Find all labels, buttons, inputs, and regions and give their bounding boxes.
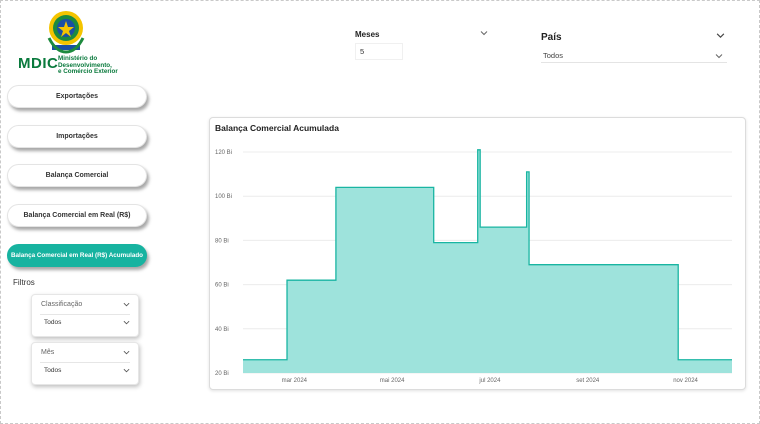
x-tick-label: nov 2024 [673, 378, 698, 384]
x-tick-label: mar 2024 [282, 378, 308, 384]
y-tick-label: 20 Bi [215, 371, 229, 377]
x-tick-label: set 2024 [576, 378, 600, 384]
pais-value: Todos [543, 51, 564, 60]
nav-exportacoes-button[interactable]: Exportações [7, 85, 147, 108]
chart-card[interactable]: Balança Comercial Acumulada 20 Bi 40 Bi 60… [209, 117, 746, 390]
y-tick-label: 60 Bi [215, 283, 229, 289]
chevron-down-icon[interactable] [123, 319, 130, 326]
brand-name: MDIC [18, 55, 59, 72]
classificacao-filter[interactable]: Classificação Todos [31, 294, 139, 337]
chevron-down-icon[interactable] [123, 349, 130, 356]
y-tick-label: 40 Bi [215, 327, 229, 333]
classificacao-value[interactable]: Todos [44, 319, 61, 326]
filters-label: Filtros [13, 278, 35, 287]
divider [40, 314, 130, 315]
divider [40, 362, 130, 363]
chevron-down-icon[interactable] [715, 52, 723, 60]
area-chart[interactable]: 20 Bi 40 Bi 60 Bi 80 Bi 100 Bi 120 Bi mar 2024… [210, 118, 747, 391]
pais-label: País [541, 32, 562, 43]
chevron-down-icon[interactable] [123, 301, 130, 308]
pais-select[interactable]: Todos [541, 48, 727, 63]
nav-importacoes-button[interactable]: Importações [7, 125, 147, 148]
chevron-down-icon[interactable] [716, 31, 725, 40]
nav-balanca-real-button[interactable]: Balança Comercial em Real (R$) [7, 204, 147, 227]
x-tick-label: jul 2024 [478, 378, 501, 384]
y-tick-label: 80 Bi [215, 238, 229, 244]
nav-balanca-real-acumulado-button[interactable]: Balança Comercial em Real (R$) Acumulado [7, 244, 147, 267]
chevron-down-icon[interactable] [480, 29, 488, 37]
y-tick-label: 100 Bi [215, 194, 232, 200]
mes-value[interactable]: Todos [44, 367, 61, 374]
mdic-logo: MDIC Ministério do Desenvolvimento, e Co… [18, 8, 128, 76]
x-tick-label: mai 2024 [380, 378, 405, 384]
mes-filter[interactable]: Mês Todos [31, 342, 139, 385]
coat-of-arms-icon [47, 11, 85, 54]
area-fill [243, 149, 732, 373]
mes-title: Mês [41, 349, 55, 356]
y-tick-label: 120 Bi [215, 150, 232, 156]
brand-subtitle: Ministério do Desenvolvimento, e Comérci… [58, 55, 118, 76]
classificacao-title: Classificação [41, 301, 83, 308]
meses-label: Meses [355, 30, 380, 39]
meses-input[interactable]: 5 [355, 43, 403, 60]
chevron-down-icon[interactable] [123, 367, 130, 374]
nav-balanca-comercial-button[interactable]: Balança Comercial [7, 164, 147, 187]
